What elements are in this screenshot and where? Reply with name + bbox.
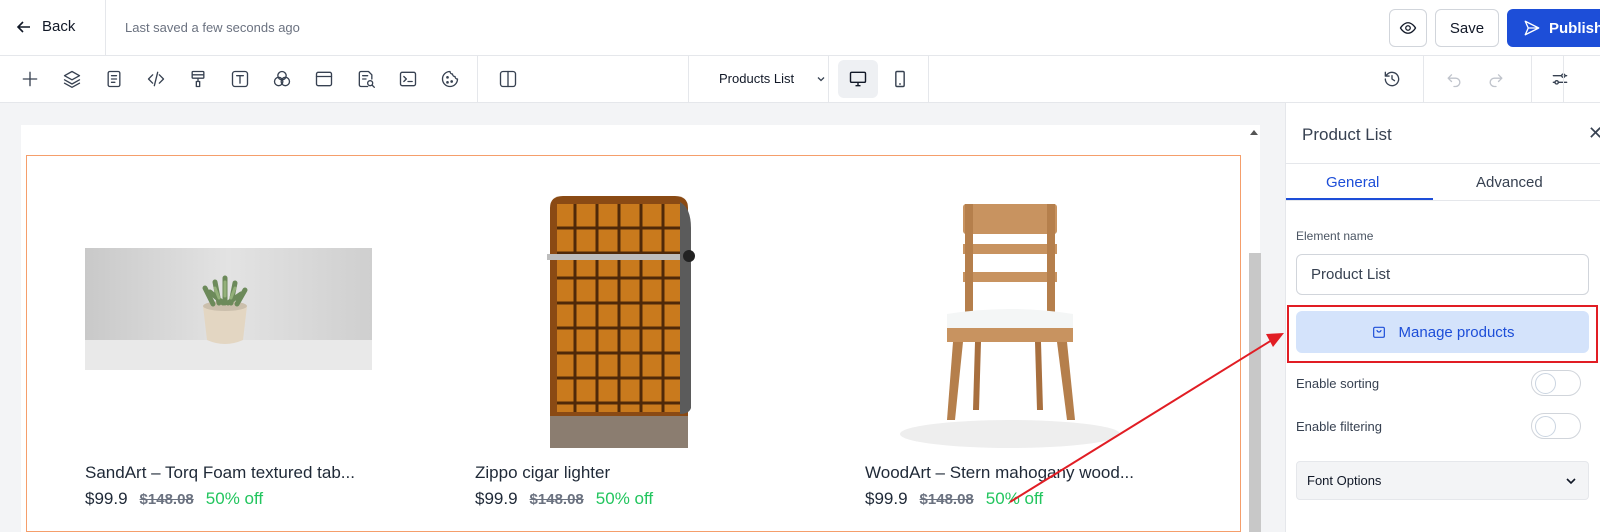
terminal-icon[interactable]: [396, 67, 420, 91]
top-bar: Back Last saved a few seconds ago Save P…: [0, 0, 1600, 56]
tab-advanced[interactable]: Advanced: [1476, 174, 1543, 191]
close-icon[interactable]: ✕: [1588, 123, 1600, 144]
chevron-down-icon: [1566, 478, 1576, 485]
divider: [928, 56, 929, 103]
enable-filtering-label: Enable filtering: [1296, 419, 1382, 434]
mobile-view-button[interactable]: [880, 60, 920, 98]
product-price: $99.9: [475, 489, 518, 508]
element-name-input[interactable]: Product List: [1296, 254, 1589, 295]
tab-general[interactable]: General: [1326, 174, 1379, 191]
font-options-dropdown[interactable]: Font Options: [1296, 461, 1589, 500]
history-icon[interactable]: [1380, 67, 1404, 91]
price-row: $99.9 $148.08 50% off: [865, 489, 1043, 509]
product-price: $99.9: [865, 489, 908, 508]
page-select[interactable]: Products List: [719, 71, 826, 86]
mobile-icon: [895, 70, 905, 88]
editor-toolbar: Products List: [0, 56, 1600, 103]
product-old-price: $148.08: [919, 491, 974, 508]
chevron-down-icon: [817, 76, 825, 81]
page-select-label: Products List: [719, 71, 795, 86]
product-old-price: $148.08: [529, 491, 584, 508]
product-discount: 50% off: [205, 489, 264, 508]
scrollbar-thumb[interactable]: [1249, 253, 1261, 532]
back-label: Back: [42, 18, 76, 35]
send-icon: [1524, 20, 1540, 36]
layers-icon[interactable]: [60, 67, 84, 91]
divider: [688, 56, 689, 103]
active-tab-indicator: [1286, 198, 1433, 200]
redo-icon[interactable]: [1484, 67, 1508, 91]
divider: [1531, 56, 1532, 103]
arrow-left-icon: [16, 20, 30, 33]
undo-icon[interactable]: [1442, 67, 1466, 91]
annotation-highlight-box: [1287, 305, 1598, 363]
desktop-view-button[interactable]: [838, 60, 878, 98]
product-discount: 50% off: [595, 489, 654, 508]
divider: [828, 56, 829, 103]
panel-tabs: General Advanced: [1286, 163, 1600, 201]
paint-roller-icon[interactable]: [186, 67, 210, 91]
desktop-icon: [849, 71, 867, 87]
price-row: $99.9 $148.08 50% off: [475, 489, 653, 509]
split-view-icon[interactable]: [496, 67, 520, 91]
save-status: Last saved a few seconds ago: [125, 20, 300, 35]
text-icon[interactable]: [228, 67, 252, 91]
back-button[interactable]: Back: [16, 18, 75, 35]
product-image-wooden-chair[interactable]: [875, 190, 1145, 452]
toolbar-right-edge: [1563, 56, 1600, 103]
cookie-icon[interactable]: [438, 67, 462, 91]
product-title[interactable]: WoodArt – Stern mahogany wood...: [865, 463, 1165, 483]
layout-icon[interactable]: [312, 67, 336, 91]
price-row: $99.9 $148.08 50% off: [85, 489, 263, 509]
product-image-lighter[interactable]: [475, 168, 760, 448]
shapes-icon[interactable]: [270, 67, 294, 91]
product-title[interactable]: SandArt – Torq Foam textured tab...: [85, 463, 385, 483]
divider: [1423, 56, 1424, 103]
publish-button[interactable]: Publish: [1507, 9, 1600, 47]
product-old-price: $148.08: [139, 491, 194, 508]
divider: [105, 0, 106, 56]
product-image-plant-pot[interactable]: [85, 248, 372, 370]
element-name-label: Element name: [1296, 229, 1374, 243]
enable-sorting-label: Enable sorting: [1296, 376, 1380, 391]
plus-icon[interactable]: [18, 67, 42, 91]
search-doc-icon[interactable]: [354, 67, 378, 91]
enable-filtering-toggle[interactable]: [1531, 413, 1581, 439]
code-icon[interactable]: [144, 67, 168, 91]
pages-icon[interactable]: [102, 67, 126, 91]
divider: [477, 56, 478, 103]
eye-icon: [1399, 22, 1417, 34]
font-options-label: Font Options: [1307, 473, 1382, 488]
publish-label: Publish: [1549, 19, 1600, 37]
product-price: $99.9: [85, 489, 128, 508]
enable-sorting-toggle[interactable]: [1531, 370, 1581, 396]
scroll-up-arrow[interactable]: [1250, 130, 1258, 135]
product-title[interactable]: Zippo cigar lighter: [475, 463, 775, 483]
preview-button[interactable]: [1389, 9, 1427, 47]
panel-title: Product List: [1302, 125, 1392, 144]
save-button[interactable]: Save: [1435, 9, 1499, 47]
product-discount: 50% off: [985, 489, 1044, 508]
